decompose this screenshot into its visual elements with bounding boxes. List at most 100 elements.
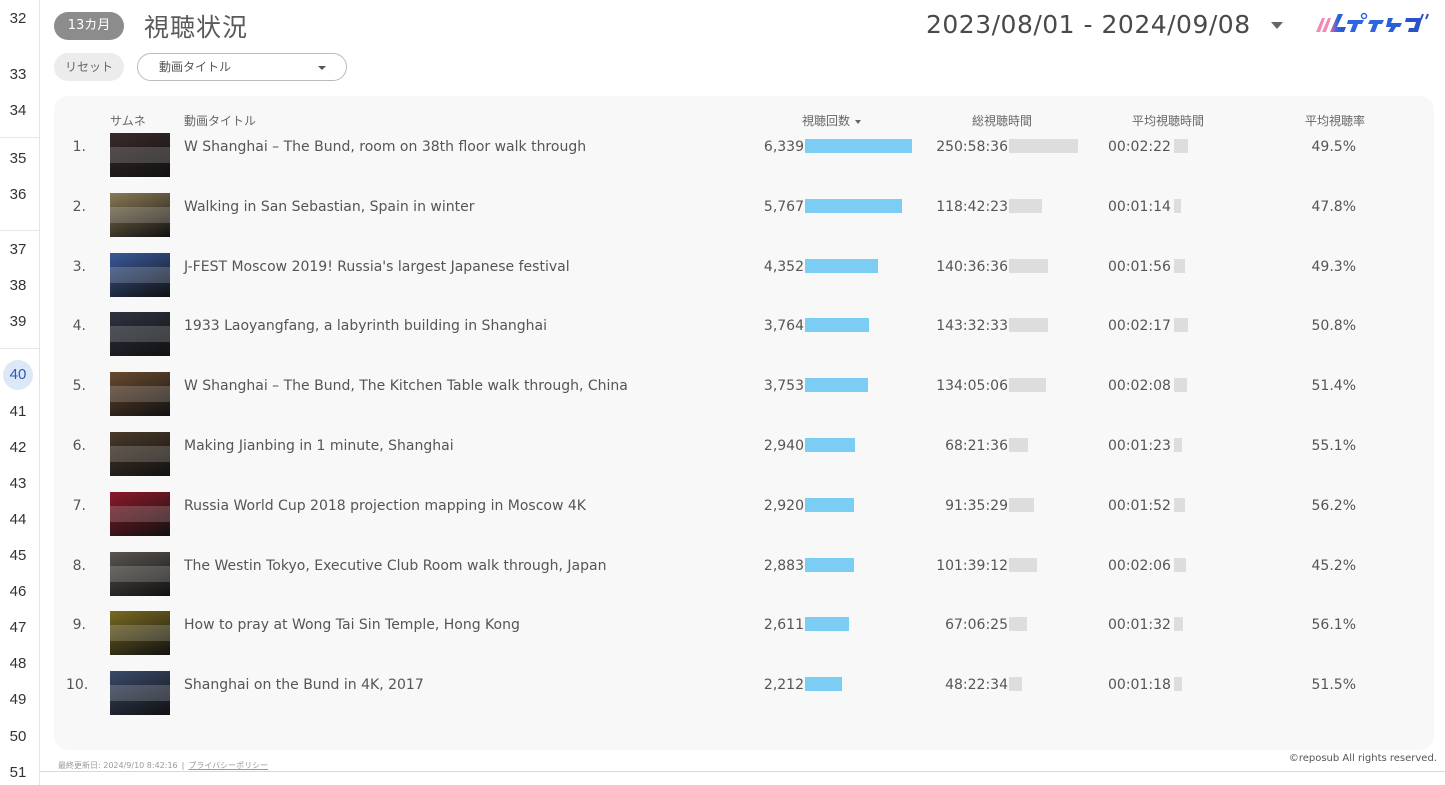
- row-number[interactable]: 39: [0, 313, 36, 330]
- row-number[interactable]: 38: [0, 277, 36, 294]
- row-number[interactable]: 43: [0, 475, 36, 492]
- copyright: ©reposub All rights reserved.: [1288, 753, 1437, 764]
- col-header-views-label: 視聴回数: [802, 114, 851, 128]
- video-title[interactable]: Shanghai on the Bund in 4K, 2017: [184, 677, 424, 693]
- row-number[interactable]: 32: [0, 10, 36, 27]
- table-row[interactable]: 2. Walking in San Sebastian, Spain in win…: [54, 192, 1434, 249]
- avg-time-bar: [1174, 557, 1186, 572]
- row-number[interactable]: 42: [0, 439, 36, 456]
- video-title[interactable]: Russia World Cup 2018 projection mapping…: [184, 498, 586, 514]
- row-number[interactable]: 49: [0, 691, 36, 708]
- avg-watch-rate: 56.2%: [1311, 497, 1356, 514]
- table-row[interactable]: 7. Russia World Cup 2018 projection mappi…: [54, 491, 1434, 548]
- row-number[interactable]: 37: [0, 241, 36, 258]
- row-number[interactable]: 34: [0, 102, 36, 119]
- row-number[interactable]: 48: [0, 655, 36, 672]
- views-count: 2,920: [763, 497, 804, 514]
- total-time-bar: [1009, 378, 1046, 393]
- divider: [40, 771, 1445, 772]
- row-number[interactable]: 41: [0, 403, 36, 420]
- row-number[interactable]: 44: [0, 511, 36, 528]
- avg-time-bar: [1174, 378, 1187, 393]
- footer-meta: 最終更新日: 2024/9/10 8:42:16 | プライバシーポリシー: [58, 761, 269, 770]
- thumbnail-image: [110, 266, 170, 283]
- row-number[interactable]: 40: [3, 360, 33, 390]
- video-thumbnail[interactable]: [110, 252, 170, 297]
- table-row[interactable]: 5. W Shanghai – The Bund, The Kitchen Tab…: [54, 372, 1434, 428]
- video-title[interactable]: How to pray at Wong Tai Sin Temple, Hong…: [184, 617, 520, 633]
- video-title[interactable]: W Shanghai – The Bund, The Kitchen Table…: [184, 378, 628, 394]
- total-time-bar: [1009, 438, 1028, 452]
- total-watch-time: 48:22:34: [945, 677, 1008, 694]
- views-count: 5,767: [763, 198, 804, 215]
- total-watch-time: 67:06:25: [945, 617, 1008, 634]
- video-title[interactable]: J-FEST Moscow 2019! Russia's largest Jap…: [184, 259, 570, 275]
- col-header-views[interactable]: 視聴回数: [802, 112, 862, 129]
- video-thumbnail[interactable]: [110, 133, 170, 177]
- sort-desc-icon: [855, 119, 862, 124]
- views-bar: [805, 318, 869, 333]
- table-row[interactable]: 3. J-FEST Moscow 2019! Russia's largest J…: [54, 252, 1434, 309]
- row-number[interactable]: 51: [0, 764, 36, 781]
- video-title[interactable]: The Westin Tokyo, Executive Club Room wa…: [184, 558, 606, 574]
- row-number[interactable]: 47: [0, 619, 36, 636]
- row-number[interactable]: 36: [0, 186, 36, 203]
- video-title-filter-select[interactable]: 動画タイトル: [137, 53, 347, 81]
- table-row[interactable]: 1. W Shanghai – The Bund, room on 38th fl…: [54, 133, 1434, 189]
- table-row[interactable]: 6. Making Jianbing in 1 minute, Shanghai 2…: [54, 432, 1434, 488]
- col-header-title[interactable]: 動画タイトル: [184, 112, 256, 129]
- thumbnail-image: [110, 565, 170, 582]
- video-thumbnail[interactable]: [110, 432, 170, 476]
- video-title[interactable]: 1933 Laoyangfang, a labyrinth building i…: [184, 318, 547, 334]
- table-row[interactable]: 10. Shanghai on the Bund in 4K, 2017 2,212…: [54, 671, 1434, 727]
- avg-watch-rate: 55.1%: [1311, 438, 1356, 454]
- total-watch-time: 140:36:36: [936, 258, 1008, 275]
- row-number[interactable]: 35: [0, 150, 36, 167]
- thumbnail-image: [110, 326, 170, 343]
- views-bar: [805, 378, 868, 393]
- chevron-down-icon[interactable]: [1271, 22, 1283, 29]
- table-row[interactable]: 9. How to pray at Wong Tai Sin Temple, Ho…: [54, 611, 1434, 667]
- avg-time-bar: [1174, 139, 1188, 153]
- table-row[interactable]: 4. 1933 Laoyangfang, a labyrinth building…: [54, 312, 1434, 368]
- row-number[interactable]: 33: [0, 66, 36, 83]
- views-count: 2,212: [763, 677, 804, 694]
- avg-watch-time: 00:02:06: [1108, 557, 1171, 574]
- gutter-separator: [0, 348, 40, 349]
- views-bar: [805, 677, 842, 692]
- views-bar: [805, 258, 878, 273]
- row-index: 2.: [72, 198, 86, 215]
- video-title[interactable]: W Shanghai – The Bund, room on 38th floo…: [184, 139, 586, 155]
- total-time-bar: [1009, 258, 1048, 273]
- reposub-logo-icon: [1316, 12, 1429, 32]
- total-watch-time: 101:39:12: [936, 557, 1008, 574]
- views-bar: [805, 497, 854, 512]
- reset-button[interactable]: リセット: [54, 53, 124, 81]
- total-time-bar: [1009, 617, 1027, 632]
- row-number[interactable]: 50: [0, 728, 36, 745]
- table-row[interactable]: 8. The Westin Tokyo, Executive Club Room …: [54, 551, 1434, 608]
- total-watch-time: 250:58:36: [936, 139, 1008, 155]
- video-thumbnail[interactable]: [110, 611, 170, 656]
- row-number[interactable]: 46: [0, 583, 36, 600]
- video-thumbnail[interactable]: [110, 551, 170, 596]
- video-title[interactable]: Walking in San Sebastian, Spain in winte…: [184, 199, 474, 215]
- period-pill[interactable]: 13カ月: [54, 12, 124, 40]
- privacy-policy-link[interactable]: プライバシーポリシー: [188, 761, 268, 770]
- video-title[interactable]: Making Jianbing in 1 minute, Shanghai: [184, 438, 454, 454]
- avg-watch-rate: 47.8%: [1311, 198, 1356, 215]
- video-thumbnail[interactable]: [110, 312, 170, 357]
- row-number[interactable]: 45: [0, 547, 36, 564]
- col-header-avg-rate[interactable]: 平均視聴率: [1305, 112, 1365, 129]
- video-thumbnail[interactable]: [110, 372, 170, 417]
- video-thumbnail[interactable]: [110, 671, 170, 716]
- video-thumbnail[interactable]: [110, 491, 170, 536]
- col-header-avg-time[interactable]: 平均視聴時間: [1132, 112, 1204, 129]
- col-header-total-time[interactable]: 総視聴時間: [972, 112, 1032, 129]
- total-watch-time: 134:05:06: [936, 378, 1008, 395]
- views-count: 3,753: [763, 378, 804, 395]
- video-thumbnail[interactable]: [110, 192, 170, 237]
- date-range[interactable]: 2023/08/01 - 2024/09/08: [926, 10, 1251, 39]
- avg-watch-time: 00:02:08: [1108, 378, 1171, 395]
- total-watch-time: 68:21:36: [945, 438, 1008, 454]
